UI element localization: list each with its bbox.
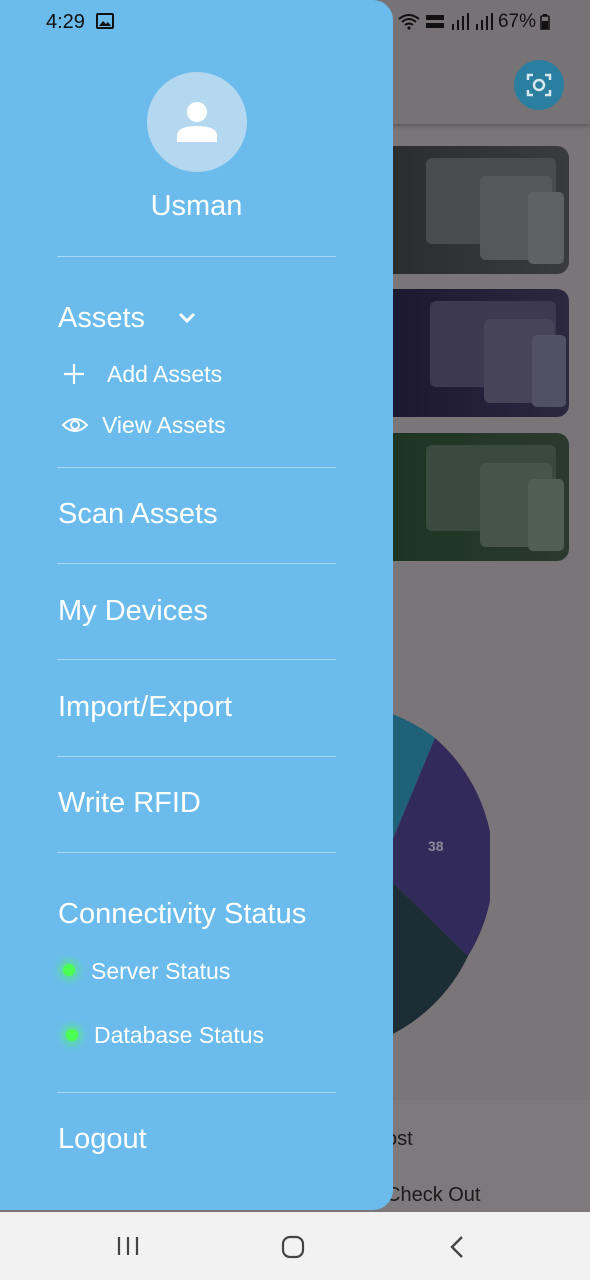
database-status-indicator — [66, 1029, 78, 1041]
battery-percent: 67% — [497, 11, 536, 32]
divider — [57, 1092, 336, 1093]
recent-apps-icon[interactable] — [116, 1234, 140, 1258]
scan-icon — [526, 73, 552, 97]
home-icon[interactable] — [280, 1234, 306, 1260]
devices-icon — [430, 301, 566, 407]
person-icon — [177, 102, 217, 142]
menu-logout[interactable]: Logout — [58, 1123, 147, 1156]
menu-write-rfid[interactable]: Write RFID — [58, 787, 201, 820]
menu-add-assets[interactable]: Add Assets — [107, 361, 222, 388]
menu-view-assets[interactable]: View Assets — [102, 412, 226, 439]
devices-icon — [426, 158, 564, 264]
wifi-icon — [398, 14, 420, 30]
pie-slice-label: 38 — [428, 838, 444, 854]
divider — [57, 467, 336, 468]
server-status-indicator — [63, 964, 75, 976]
server-status-label: Server Status — [91, 958, 231, 984]
devices-icon — [426, 445, 564, 551]
pie-chart — [380, 710, 490, 1040]
eye-icon — [62, 418, 88, 432]
divider — [57, 756, 336, 757]
signal-icon — [475, 13, 493, 30]
divider — [57, 852, 336, 853]
navigation-drawer: Usman Assets Add Assets View Assets Scan… — [0, 0, 393, 1210]
gallery-notification-icon — [96, 13, 114, 29]
connectivity-status-title: Connectivity Status — [58, 898, 307, 930]
menu-my-devices[interactable]: My Devices — [58, 595, 208, 628]
signal-icon — [451, 13, 469, 30]
chevron-down-icon[interactable] — [178, 312, 196, 324]
back-icon[interactable] — [448, 1234, 466, 1260]
divider — [57, 256, 336, 257]
avatar[interactable] — [147, 72, 247, 172]
database-status-label: Database Status — [94, 1022, 265, 1048]
asset-card[interactable] — [368, 146, 569, 274]
battery-icon — [540, 14, 550, 30]
volte-icon — [425, 15, 444, 28]
scan-button[interactable] — [514, 60, 564, 110]
status-right-cluster: 67% — [398, 11, 550, 33]
background-list-item: Check Out — [386, 1184, 481, 1206]
asset-card[interactable] — [368, 289, 569, 417]
divider — [57, 563, 336, 564]
menu-assets[interactable]: Assets — [58, 302, 145, 335]
status-time: 4:29 — [46, 11, 85, 33]
menu-scan-assets[interactable]: Scan Assets — [58, 498, 218, 531]
divider — [57, 659, 336, 660]
asset-card[interactable] — [368, 433, 569, 561]
plus-icon — [64, 364, 84, 384]
menu-import-export[interactable]: Import/Export — [58, 691, 232, 724]
system-navigation-bar — [0, 1212, 590, 1280]
username: Usman — [150, 190, 243, 222]
